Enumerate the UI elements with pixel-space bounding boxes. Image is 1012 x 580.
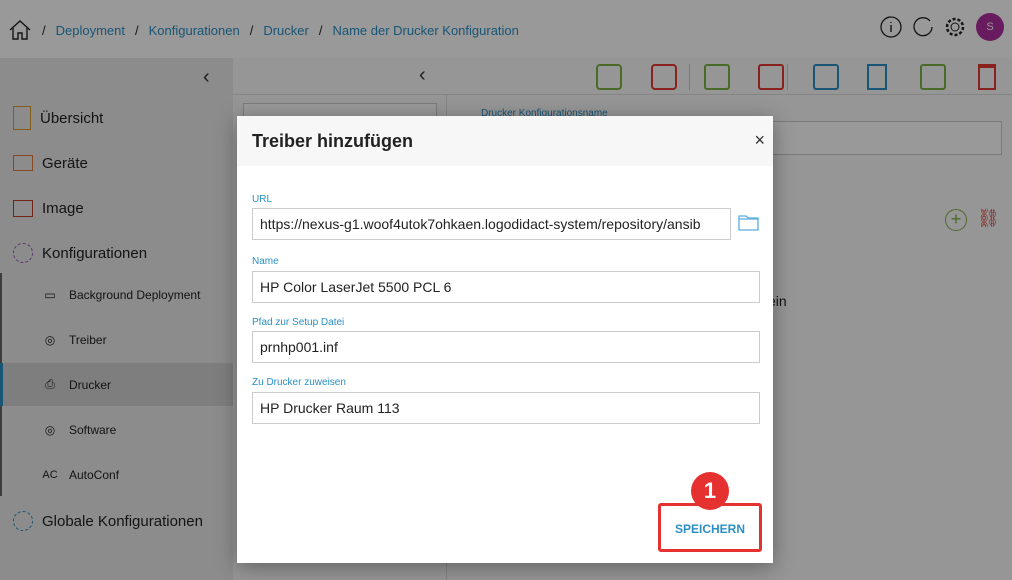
step-badge: 1	[691, 472, 729, 510]
name-field[interactable]	[252, 271, 760, 303]
setup-path-field[interactable]	[252, 331, 760, 363]
url-label: URL	[252, 194, 273, 205]
name-label: Name	[252, 256, 279, 267]
close-icon[interactable]: ×	[754, 130, 765, 151]
assign-printer-field[interactable]	[252, 392, 760, 424]
dialog-title: Treiber hinzufügen	[237, 116, 773, 166]
url-field[interactable]	[252, 208, 731, 240]
highlight-box	[658, 503, 762, 552]
setup-path-label: Pfad zur Setup Datei	[252, 317, 345, 328]
assign-printer-label: Zu Drucker zuweisen	[252, 377, 346, 388]
folder-icon[interactable]	[738, 214, 759, 231]
